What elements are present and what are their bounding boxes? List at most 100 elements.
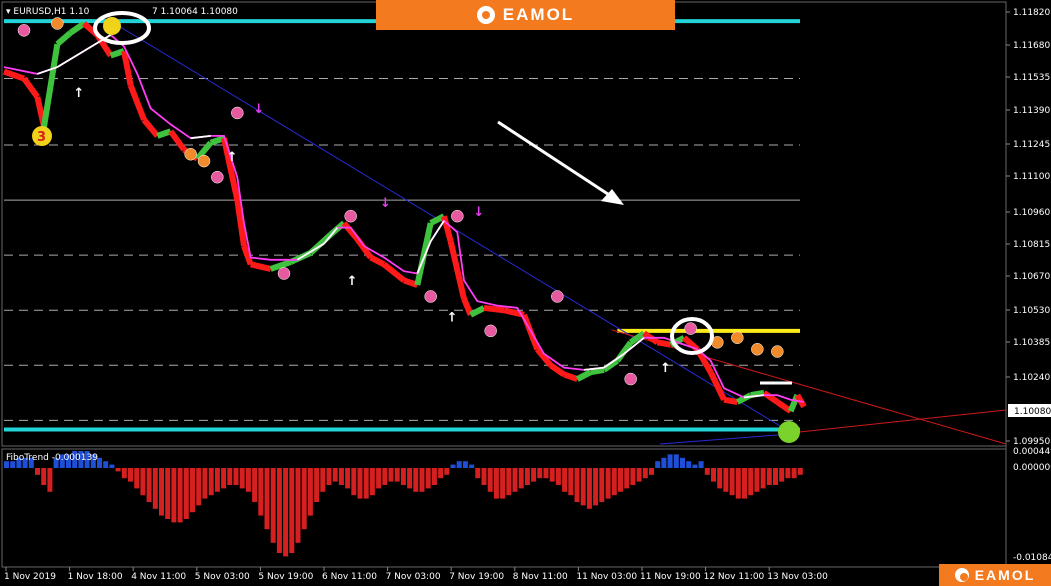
histogram-bar — [785, 468, 791, 479]
histogram-bar — [258, 468, 264, 516]
yellow-marker — [103, 17, 121, 35]
fibo-marker — [751, 342, 764, 356]
histogram-bar — [531, 468, 537, 482]
fibo-marker — [624, 372, 637, 386]
histogram-bar — [599, 468, 605, 502]
histogram-bar — [140, 468, 146, 496]
histogram-bar — [711, 468, 716, 482]
histogram-bar — [450, 464, 456, 468]
histogram-bar — [338, 468, 344, 485]
x-tick-label: 4 Nov 11:00 — [131, 572, 186, 582]
buy-arrow-icon: ↑ — [447, 311, 458, 326]
y-tick-label: 1.10385 — [1013, 338, 1050, 348]
fibo-marker — [184, 147, 197, 161]
sell-arrow-icon: ↓ — [473, 205, 484, 220]
histogram-bar — [202, 468, 208, 499]
histogram-bar — [760, 468, 766, 489]
histogram-bar — [270, 468, 276, 543]
fibo-marker — [344, 209, 357, 223]
histogram-bar — [134, 468, 140, 489]
histogram-bar — [146, 468, 152, 502]
price-segment — [656, 339, 672, 348]
histogram-bar — [500, 468, 506, 499]
y-tick-label: 1.11100 — [1013, 172, 1050, 182]
histogram-bar — [568, 468, 574, 496]
histogram-bar — [673, 454, 679, 468]
histogram-bar — [227, 468, 233, 485]
histogram-bar — [549, 468, 555, 482]
target-marker — [778, 421, 800, 443]
annotations: ↑ ↑ ↑ ↑ ↑ ↓ ↓ ↓ 3 — [17, 11, 800, 443]
histogram-bar — [537, 468, 543, 479]
histogram-bar — [363, 468, 369, 499]
histogram-bar — [109, 464, 115, 468]
price-segment — [21, 76, 40, 99]
x-tick-label: 6 Nov 11:00 — [322, 572, 377, 582]
x-tick-label: 5 Nov 03:00 — [195, 572, 250, 582]
fibo-marker — [277, 267, 291, 280]
horizontal-levels — [4, 19, 1007, 445]
histogram-bar — [729, 468, 735, 496]
histogram-bar — [295, 468, 301, 543]
price-segment — [168, 129, 187, 152]
price-segment — [762, 390, 780, 405]
histogram-bar — [171, 468, 177, 523]
y-tick-label: 1.11390 — [1013, 106, 1050, 116]
x-tick-label: 11 Nov 03:00 — [576, 572, 637, 582]
histogram-bar — [518, 468, 524, 489]
histogram-bar — [524, 468, 530, 485]
osc-tick-label: 0.000449 — [1013, 447, 1051, 457]
trend-up-segment — [56, 50, 85, 68]
fibo-marker — [17, 24, 31, 37]
histogram-bar — [301, 468, 307, 530]
price-segment — [55, 30, 73, 47]
histogram-bar — [115, 468, 121, 472]
histogram-bar — [493, 468, 499, 499]
fibo-marker — [197, 154, 211, 168]
histogram-bar — [159, 468, 164, 516]
histogram-bar — [717, 468, 723, 489]
y-axis-ticks: 1.11820 1.11680 1.11535 1.11390 1.11245 1.111… — [1006, 8, 1050, 447]
histogram-bar — [438, 468, 444, 479]
x-tick-label: 7 Nov 19:00 — [449, 572, 504, 582]
histogram-bar — [394, 468, 400, 482]
histogram-bar — [382, 468, 388, 485]
main-panel-frame — [1, 1, 1007, 447]
x-tick-label: 1 Nov 18:00 — [68, 572, 123, 582]
histogram-bar — [642, 468, 648, 479]
histogram-bar — [686, 461, 692, 468]
histogram-bar — [283, 468, 289, 557]
histogram-bar — [276, 468, 282, 553]
y-tick-label: 1.09950 — [1013, 437, 1050, 447]
histogram-bar — [419, 468, 425, 492]
price-segment — [234, 199, 247, 247]
histogram-bar — [208, 468, 214, 496]
price-segment — [68, 20, 86, 36]
y-tick-label: 1.10815 — [1013, 240, 1050, 250]
fibo-marker — [551, 290, 564, 303]
indicator-panel-frame — [1, 448, 1007, 568]
histogram-bar — [797, 468, 803, 475]
x-tick-label: 11 Nov 19:00 — [640, 572, 701, 582]
histogram-bar — [351, 468, 357, 496]
price-segment — [249, 261, 272, 272]
histogram-bar — [388, 468, 394, 482]
price-segment — [628, 330, 646, 345]
x-tick-label: 12 Nov 11:00 — [704, 572, 765, 582]
histogram-bar — [611, 468, 617, 496]
price-segment — [723, 396, 738, 405]
osc-tick-label: -0.01084 — [1013, 553, 1051, 563]
histogram-bar — [196, 468, 202, 506]
histogram-bar — [239, 468, 245, 489]
y-tick-label: 1.10670 — [1013, 272, 1050, 282]
histogram-bar — [748, 468, 754, 496]
trend-up-segment — [190, 134, 211, 140]
histogram-bar — [766, 468, 772, 485]
histogram-bar — [214, 468, 220, 492]
fibo-marker — [51, 17, 64, 30]
x-tick-label: 5 Nov 19:00 — [258, 572, 313, 582]
trend-up-segment — [296, 242, 325, 261]
histogram-bar — [735, 468, 741, 499]
histogram-bar — [680, 457, 685, 468]
histogram-bar — [252, 468, 258, 502]
